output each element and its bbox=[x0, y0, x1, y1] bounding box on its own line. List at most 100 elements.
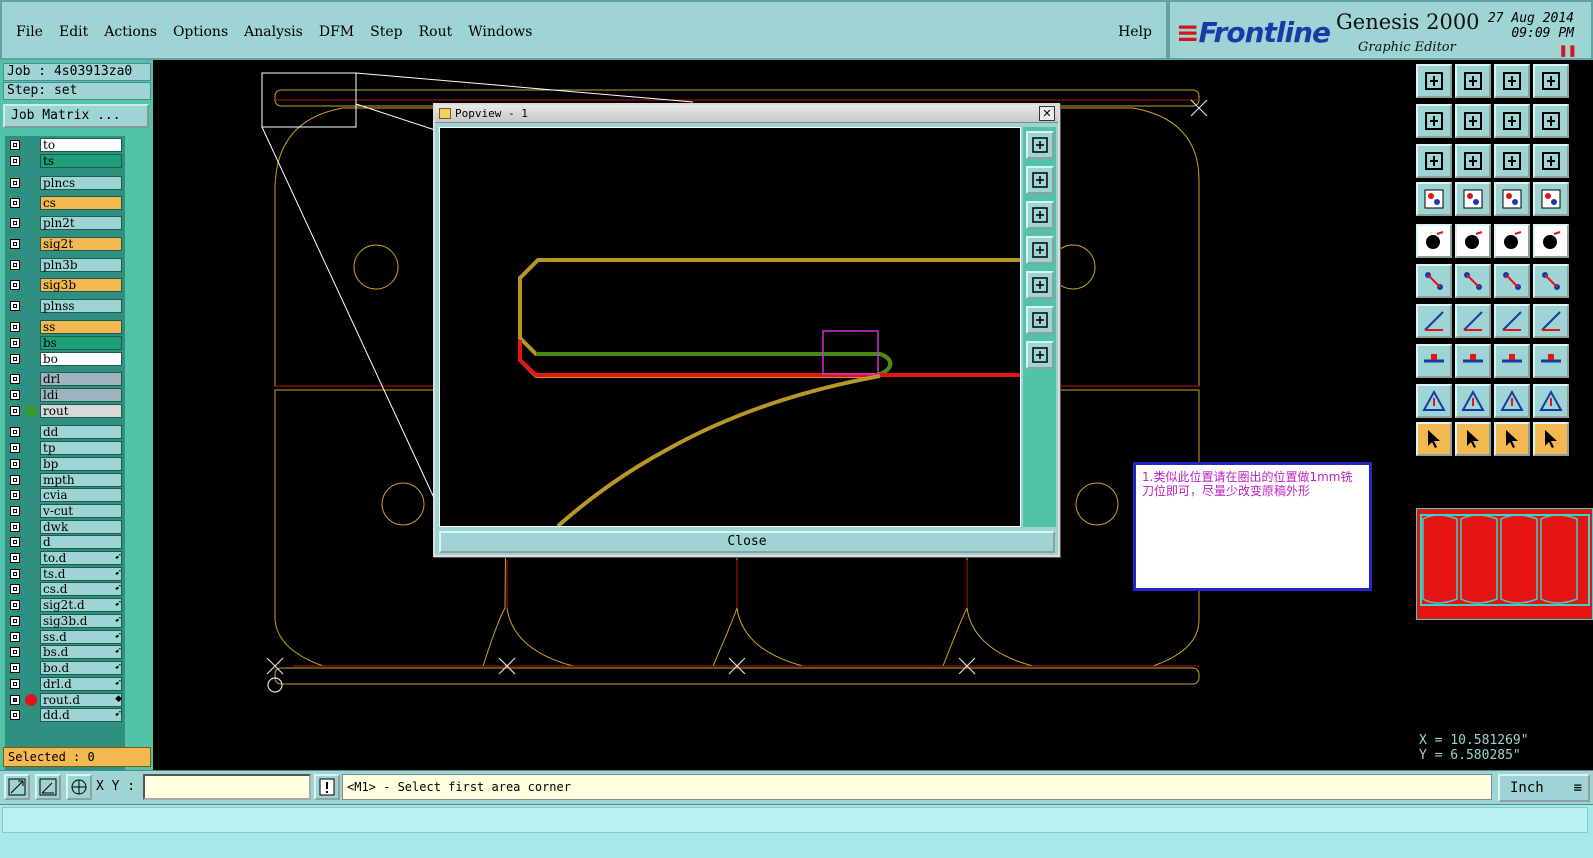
layer-name[interactable]: bs bbox=[40, 336, 122, 350]
layer-checkbox[interactable] bbox=[10, 506, 20, 516]
pointer-circle-button[interactable] bbox=[1494, 422, 1530, 456]
layer-checkbox[interactable] bbox=[10, 390, 20, 400]
popview-zoom-window-button[interactable] bbox=[1026, 131, 1054, 159]
layer-name[interactable]: bp bbox=[40, 457, 122, 471]
unit-selector[interactable]: Inch ≡ bbox=[1498, 774, 1590, 802]
layer-row-dwk[interactable]: dwk bbox=[5, 520, 125, 534]
layer-row-bo[interactable]: bo bbox=[5, 352, 125, 366]
layer-row-sig3b[interactable]: sig3b bbox=[5, 278, 125, 292]
layer-row-to[interactable]: to bbox=[5, 138, 125, 152]
layer-checkbox[interactable] bbox=[10, 553, 20, 563]
layer-row-cs[interactable]: cs bbox=[5, 196, 125, 210]
layer-checkbox[interactable] bbox=[10, 616, 20, 626]
layer-checkbox[interactable] bbox=[10, 647, 20, 657]
menu-help[interactable]: Help bbox=[1118, 24, 1152, 40]
popview-zoom-up-button[interactable] bbox=[1026, 166, 1054, 194]
popview-pan-right-button[interactable] bbox=[1026, 271, 1054, 299]
layer-name[interactable]: rout.d bbox=[40, 693, 122, 707]
a-shape-button[interactable] bbox=[1533, 384, 1569, 418]
layer-row-ss[interactable]: ss bbox=[5, 320, 125, 334]
popview-fit-button[interactable] bbox=[1026, 306, 1054, 334]
layer-row-sig2t-d[interactable]: sig2t.d ➹ bbox=[5, 598, 125, 612]
pan-right-button[interactable] bbox=[1455, 104, 1491, 138]
pointer-box-button[interactable] bbox=[1455, 422, 1491, 456]
layer-checkbox[interactable] bbox=[10, 537, 20, 547]
pointer-graph-button[interactable] bbox=[1533, 422, 1569, 456]
measure-tool-button[interactable] bbox=[35, 774, 61, 800]
delete-button[interactable] bbox=[1455, 264, 1491, 298]
popview-pan-left-button[interactable] bbox=[1026, 236, 1054, 264]
layer-row-dd[interactable]: dd bbox=[5, 425, 125, 439]
layer-name[interactable]: dwk bbox=[40, 520, 122, 534]
layer-name[interactable]: bo bbox=[40, 352, 122, 366]
layer-row-bp[interactable]: bp bbox=[5, 457, 125, 471]
layer-checkbox[interactable] bbox=[10, 140, 20, 150]
layer-name[interactable]: cs bbox=[40, 196, 122, 210]
layer-checkbox[interactable] bbox=[10, 156, 20, 166]
layer-row-bo-d[interactable]: bo.d ➹ bbox=[5, 661, 125, 675]
home-button[interactable] bbox=[1494, 64, 1530, 98]
a-arrow-button[interactable] bbox=[1494, 384, 1530, 418]
menu-rout[interactable]: Rout bbox=[411, 24, 461, 40]
zoom-center-button[interactable] bbox=[1455, 144, 1491, 178]
triangle-up-button[interactable] bbox=[1455, 384, 1491, 418]
layer-name[interactable]: sig2t bbox=[40, 237, 122, 251]
pause-icon[interactable]: ❚❚ bbox=[1559, 44, 1577, 57]
layer-checkbox[interactable] bbox=[10, 522, 20, 532]
menu-analysis[interactable]: Analysis bbox=[236, 24, 311, 40]
layer-checkbox[interactable] bbox=[10, 632, 20, 642]
layer-row-plnss[interactable]: plnss bbox=[5, 299, 125, 313]
layer-checkbox[interactable] bbox=[10, 374, 20, 384]
layer-row-mpth[interactable]: mpth bbox=[5, 473, 125, 487]
menu-options[interactable]: Options bbox=[165, 24, 236, 40]
pad-button[interactable] bbox=[1416, 224, 1452, 258]
layer-name[interactable]: pln2t bbox=[40, 216, 122, 230]
pan-left-button[interactable] bbox=[1416, 104, 1452, 138]
panel-overview-map[interactable] bbox=[1416, 508, 1593, 620]
layer-name[interactable]: plncs bbox=[40, 176, 122, 190]
help-button[interactable] bbox=[1533, 144, 1569, 178]
layer-row-pln3b[interactable]: pln3b bbox=[5, 258, 125, 272]
alert-button[interactable] bbox=[314, 774, 340, 800]
connect-button[interactable] bbox=[1416, 264, 1452, 298]
layer-row-bs-d[interactable]: bs.d ➹ bbox=[5, 645, 125, 659]
pointer-button[interactable] bbox=[1416, 422, 1452, 456]
popview-titlebar[interactable]: Popview - 1 ✕ bbox=[435, 105, 1058, 123]
layer-checkbox[interactable] bbox=[10, 443, 20, 453]
job-matrix-button[interactable]: Job Matrix ... bbox=[3, 104, 149, 128]
layer-row-sig2t[interactable]: sig2t bbox=[5, 237, 125, 251]
triangle-button[interactable] bbox=[1416, 384, 1452, 418]
layer-name[interactable]: d bbox=[40, 535, 122, 549]
layer-name[interactable]: cvia bbox=[40, 488, 122, 502]
layer-name[interactable]: ts bbox=[40, 154, 122, 168]
settings-button[interactable] bbox=[1416, 182, 1452, 216]
layer-row-ldi[interactable]: ldi bbox=[5, 388, 125, 402]
menu-step[interactable]: Step bbox=[362, 24, 410, 40]
layer-name[interactable]: cs.d bbox=[40, 582, 122, 596]
layer-name[interactable]: bo.d bbox=[40, 661, 122, 675]
ruler-button[interactable] bbox=[1494, 224, 1530, 258]
layers-alt-button[interactable] bbox=[1533, 182, 1569, 216]
edit-arc-button[interactable] bbox=[1455, 304, 1491, 338]
layer-row-cvia[interactable]: cvia bbox=[5, 488, 125, 502]
layer-checkbox[interactable] bbox=[10, 239, 20, 249]
close-icon[interactable]: ✕ bbox=[1039, 106, 1055, 121]
layer-name[interactable]: bs.d bbox=[40, 645, 122, 659]
layer-name[interactable]: sig2t.d bbox=[40, 598, 122, 612]
layer-name[interactable]: v-cut bbox=[40, 504, 122, 518]
layer-name[interactable]: to.d bbox=[40, 551, 122, 565]
grid-tool-button[interactable] bbox=[66, 774, 92, 800]
layer-checkbox[interactable] bbox=[10, 569, 20, 579]
xy-input[interactable] bbox=[143, 774, 311, 800]
circle-button[interactable] bbox=[1533, 224, 1569, 258]
layer-row-sig3b-d[interactable]: sig3b.d ➹ bbox=[5, 614, 125, 628]
layer-checkbox[interactable] bbox=[10, 198, 20, 208]
mirror-button[interactable] bbox=[1533, 304, 1569, 338]
layer-checkbox[interactable] bbox=[10, 260, 20, 270]
layer-name[interactable]: plnss bbox=[40, 299, 122, 313]
layer-name[interactable]: dd bbox=[40, 425, 122, 439]
copy-button[interactable] bbox=[1533, 264, 1569, 298]
layer-name[interactable]: ss bbox=[40, 320, 122, 334]
popview-close-button[interactable]: Close bbox=[439, 531, 1055, 553]
popview-center-button[interactable] bbox=[1026, 341, 1054, 369]
